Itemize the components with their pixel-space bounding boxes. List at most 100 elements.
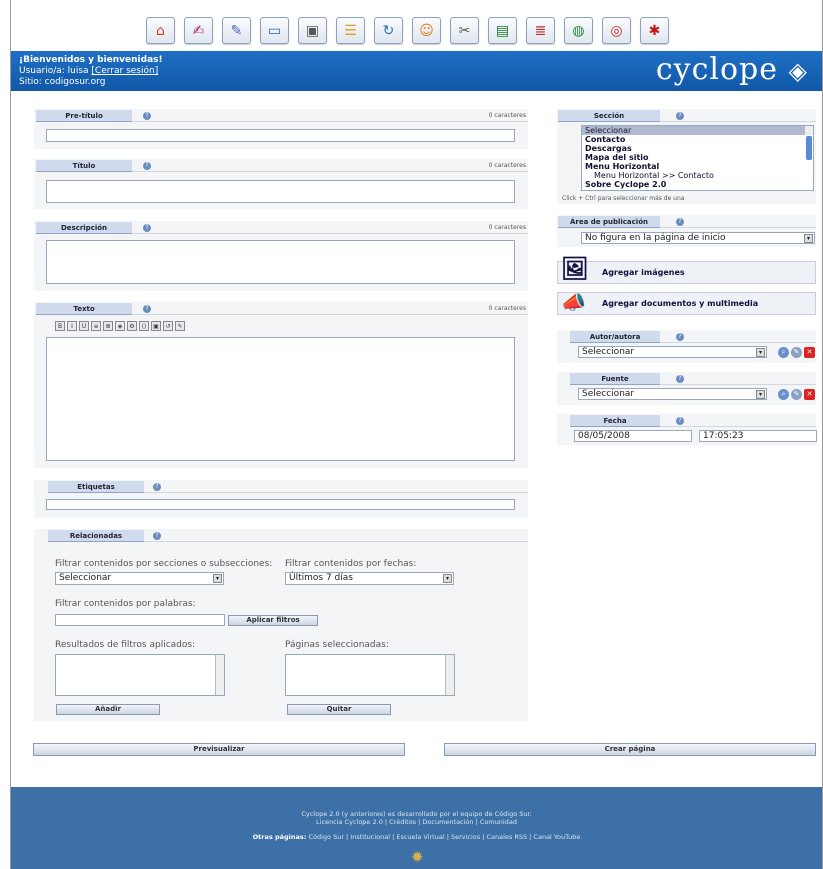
books-icon[interactable]: ≣ bbox=[526, 17, 555, 44]
scrollbar[interactable] bbox=[215, 655, 224, 695]
tools-icon[interactable]: ✂ bbox=[450, 17, 479, 44]
logout-link[interactable]: [Cerrar sesión] bbox=[91, 66, 158, 76]
results-list[interactable] bbox=[55, 654, 225, 696]
delete-icon[interactable]: ✕ bbox=[804, 389, 815, 400]
edit-icon[interactable]: ✎ bbox=[791, 389, 802, 400]
help-icon[interactable]: ? bbox=[153, 532, 161, 540]
footer-credits: Cyclope 2.0 (y anteriores) es desarrolla… bbox=[301, 810, 532, 818]
layout-icon[interactable]: ☰ bbox=[336, 17, 365, 44]
filter-dates-select[interactable]: Últimos 7 días ▾ bbox=[285, 572, 454, 585]
autor-select[interactable]: Seleccionar ▾ bbox=[578, 346, 767, 358]
apply-filters-button[interactable]: Aplicar filtros bbox=[228, 615, 318, 626]
area-tab: Área de publicación bbox=[558, 216, 660, 228]
editor-tool-icon[interactable]: ◈ bbox=[115, 321, 125, 331]
list-item[interactable]: Mapa del sitio bbox=[582, 153, 813, 162]
users-icon[interactable]: ☺ bbox=[412, 17, 441, 44]
editor-tool-icon[interactable]: ✎ bbox=[175, 321, 185, 331]
megaphone-icon: 📣 bbox=[561, 290, 586, 314]
pretitulo-input[interactable] bbox=[46, 129, 515, 142]
area-select[interactable]: No figura en la página de inicio ▾ bbox=[581, 232, 815, 244]
fecha-time-input[interactable]: 17:05:23 bbox=[699, 430, 817, 442]
create-page-button[interactable]: Crear página bbox=[444, 743, 816, 756]
help-icon[interactable]: ? bbox=[676, 112, 684, 120]
scroll-thumb[interactable] bbox=[806, 136, 812, 160]
list-item[interactable]: Sobre Cyclope 2.0 bbox=[582, 180, 813, 189]
user-line: Usuario/a: luisa [Cerrar sesión] bbox=[19, 66, 158, 76]
seccion-list[interactable]: Seleccionar Contacto Descargas Mapa del sit… bbox=[581, 125, 814, 191]
add-button[interactable]: Añadir bbox=[56, 704, 160, 715]
lifebuoy-icon[interactable]: ◎ bbox=[602, 17, 631, 44]
divider bbox=[132, 314, 528, 315]
fuente-section: Fuente ? Seleccionar ▾ ⌕ ✎ ✕ bbox=[557, 372, 816, 405]
help-icon[interactable]: ? bbox=[143, 224, 151, 232]
main-toolbar: ⌂ ✍ ✎ ▭ ▣ ☰ ↻ ☺ ✂ ▤ ≣ ◍ ◎ ✱ bbox=[11, 14, 822, 48]
footer-other-links[interactable]: Código Sur | Institucional | Escuela Vir… bbox=[308, 833, 580, 841]
help-icon[interactable]: ? bbox=[676, 417, 684, 425]
help-icon[interactable]: ? bbox=[676, 333, 684, 341]
scrollbar[interactable] bbox=[445, 655, 454, 695]
footer-links[interactable]: Licencia Cyclope 2.0 | Créditos | Docume… bbox=[11, 818, 822, 826]
filter-sections-value: Seleccionar bbox=[59, 573, 112, 583]
chalkboard-icon[interactable]: ▤ bbox=[488, 17, 517, 44]
list-item[interactable]: Menu Horizontal bbox=[582, 162, 813, 171]
help-icon[interactable]: ? bbox=[143, 162, 151, 170]
help-icon[interactable]: ? bbox=[143, 112, 151, 120]
add-images-button[interactable]: 🖼 Agregar imágenes bbox=[557, 257, 816, 284]
refresh-icon[interactable]: ↻ bbox=[374, 17, 403, 44]
editor-tool-icon[interactable]: ▣ bbox=[151, 321, 161, 331]
editor-tool-icon[interactable]: I bbox=[67, 321, 77, 331]
bug-icon[interactable]: ✱ bbox=[640, 17, 669, 44]
edit-icon[interactable]: ✎ bbox=[791, 347, 802, 358]
editor-toolbar: B I U ≡ ≣ ◈ ⚙ ⟨⟩ ▣ ↺ ✎ bbox=[55, 321, 255, 333]
footer: Cyclope 2.0 (y anteriores) es desarrolla… bbox=[11, 787, 822, 869]
edit-icon[interactable]: ✍ bbox=[184, 17, 213, 44]
fecha-date-input[interactable]: 08/05/2008 bbox=[574, 430, 692, 442]
site-text: Sitio: codigosur.org bbox=[19, 77, 106, 87]
image-icon[interactable]: ▣ bbox=[298, 17, 327, 44]
list-item[interactable]: Descargas bbox=[582, 144, 813, 153]
list-item[interactable]: Seleccionar bbox=[582, 126, 813, 135]
editor-tool-icon[interactable]: ≡ bbox=[91, 321, 101, 331]
filter-sections-label: Filtrar contenidos por secciones o subse… bbox=[55, 559, 273, 569]
filter-dates-label: Filtrar contenidos por fechas: bbox=[285, 559, 417, 569]
texto-editor[interactable] bbox=[46, 337, 515, 461]
scrollbar[interactable] bbox=[804, 126, 813, 160]
help-icon[interactable]: ? bbox=[676, 375, 684, 383]
editor-tool-icon[interactable]: U bbox=[79, 321, 89, 331]
preview-button[interactable]: Previsualizar bbox=[33, 743, 405, 756]
fuente-select[interactable]: Seleccionar ▾ bbox=[578, 388, 767, 400]
list-item[interactable]: Menu Horizontal >> Contacto bbox=[582, 171, 813, 180]
remove-button[interactable]: Quitar bbox=[287, 704, 391, 715]
delete-icon[interactable]: ✕ bbox=[804, 347, 815, 358]
add-documents-button[interactable]: 📣 Agregar documentos y multimedia bbox=[557, 290, 816, 315]
welcome-text: ¡Bienvenidos y bienvenidas! bbox=[19, 55, 163, 65]
descripcion-textarea[interactable] bbox=[46, 240, 515, 284]
footer-other: Otras páginas: Código Sur | Instituciona… bbox=[11, 833, 822, 841]
fecha-tab: Fecha bbox=[570, 415, 660, 427]
editor-tool-icon[interactable]: ⚙ bbox=[127, 321, 137, 331]
selected-pages-list[interactable] bbox=[285, 654, 455, 696]
home-icon[interactable]: ⌂ bbox=[146, 17, 175, 44]
search-icon[interactable]: ⌕ bbox=[778, 389, 789, 400]
help-icon[interactable]: ? bbox=[153, 483, 161, 491]
editor-tool-icon[interactable]: ⟨⟩ bbox=[139, 321, 149, 331]
network-icon[interactable]: ◍ bbox=[564, 17, 593, 44]
list-item[interactable]: Contacto bbox=[582, 135, 813, 144]
page-frame: ⌂ ✍ ✎ ▭ ▣ ☰ ↻ ☺ ✂ ▤ ≣ ◍ ◎ ✱ ¡Bienvenidos y bienvenida… bbox=[10, 0, 823, 869]
search-icon[interactable]: ⌕ bbox=[778, 347, 789, 358]
help-icon[interactable]: ? bbox=[676, 218, 684, 226]
editor-tool-icon[interactable]: ↺ bbox=[163, 321, 173, 331]
monitor-icon[interactable]: ▭ bbox=[260, 17, 289, 44]
relacionadas-tab: Relacionadas bbox=[48, 530, 144, 542]
chevron-down-icon: ▾ bbox=[213, 574, 222, 583]
filter-sections-select[interactable]: Seleccionar ▾ bbox=[55, 572, 224, 585]
editor-tool-icon[interactable]: ≣ bbox=[103, 321, 113, 331]
pen-icon[interactable]: ✎ bbox=[222, 17, 251, 44]
texto-tab: Texto bbox=[36, 303, 132, 315]
titulo-input[interactable] bbox=[46, 180, 515, 203]
etiquetas-input[interactable] bbox=[46, 499, 515, 510]
help-icon[interactable]: ? bbox=[143, 305, 151, 313]
editor-tool-icon[interactable]: B bbox=[55, 321, 65, 331]
filter-words-input[interactable] bbox=[55, 614, 225, 626]
chevron-down-icon: ▾ bbox=[756, 390, 765, 399]
